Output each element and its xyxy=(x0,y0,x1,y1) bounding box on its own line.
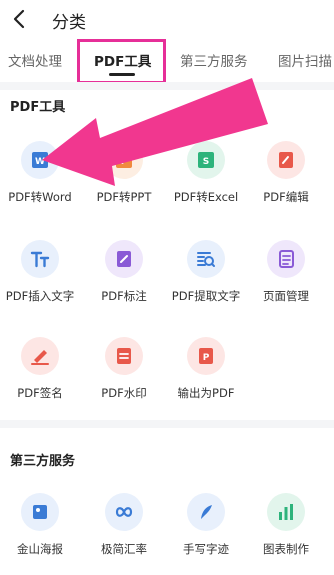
tool-label: PDF水印 xyxy=(101,386,147,400)
annotate-icon xyxy=(105,240,143,278)
back-arrow-icon[interactable] xyxy=(10,7,30,31)
tool-page-manage[interactable]: 页面管理 xyxy=(246,240,326,310)
pdf-to-word-icon: W xyxy=(21,141,59,179)
divider xyxy=(0,82,334,90)
svg-text:P: P xyxy=(203,353,210,363)
tool-label: 手写字迹 xyxy=(183,542,229,556)
tool-export-pdf[interactable]: P 输出为PDF xyxy=(166,337,246,407)
tab-third-party-services[interactable]: 第三方服务 xyxy=(180,50,248,70)
tool-pdf-annotate[interactable]: PDF标注 xyxy=(84,240,164,310)
service-handwriting[interactable]: 手写字迹 xyxy=(166,493,246,563)
svg-text:S: S xyxy=(203,157,209,167)
tool-label: PDF转PPT xyxy=(96,190,152,204)
tool-label: PDF编辑 xyxy=(263,190,309,204)
tool-label: PDF转Excel xyxy=(173,190,239,204)
tab-image-scan[interactable]: 图片扫描 xyxy=(278,50,332,70)
extract-text-icon xyxy=(187,240,225,278)
divider xyxy=(0,420,334,428)
signature-icon xyxy=(21,337,59,375)
tool-label: PDF插入文字 xyxy=(5,289,75,303)
poster-icon xyxy=(21,493,59,531)
insert-text-icon xyxy=(21,240,59,278)
category-tabs: 文档处理 PDF工具 第三方服务 图片扫描 xyxy=(0,42,334,78)
tool-pdf-insert-text[interactable]: PDF插入文字 xyxy=(0,240,80,310)
tool-label: 极简汇率 xyxy=(101,542,147,556)
tool-label: PDF提取文字 xyxy=(171,289,241,303)
tool-label: 输出为PDF xyxy=(177,386,235,400)
exchange-rate-icon xyxy=(105,493,143,531)
tool-label: PDF转Word xyxy=(8,190,72,204)
watermark-icon xyxy=(105,337,143,375)
tool-pdf-to-ppt[interactable]: P PDF转PPT xyxy=(84,141,164,211)
tool-pdf-extract-text[interactable]: PDF提取文字 xyxy=(166,240,246,310)
highlight-box xyxy=(77,39,166,84)
service-poster[interactable]: 金山海报 xyxy=(0,493,80,563)
handwriting-icon xyxy=(187,493,225,531)
tool-label: PDF签名 xyxy=(17,386,63,400)
tab-document-processing[interactable]: 文档处理 xyxy=(8,50,62,70)
pdf-to-ppt-icon: P xyxy=(105,141,143,179)
tool-pdf-signature[interactable]: PDF签名 xyxy=(0,337,80,407)
svg-text:W: W xyxy=(35,157,45,167)
tool-label: 图表制作 xyxy=(263,542,309,556)
service-chart-maker[interactable]: 图表制作 xyxy=(246,493,326,563)
section-title-third-party: 第三方服务 xyxy=(10,454,76,469)
pdf-to-excel-icon: S xyxy=(187,141,225,179)
page-manage-icon xyxy=(267,240,305,278)
tool-label: 金山海报 xyxy=(17,542,63,556)
tool-pdf-to-word[interactable]: W PDF转Word xyxy=(0,141,80,211)
svg-text:P: P xyxy=(121,157,128,167)
tool-label: 页面管理 xyxy=(263,289,309,303)
header: 分类 xyxy=(0,0,334,38)
page-title: 分类 xyxy=(52,13,86,33)
section-title-pdf-tools: PDF工具 xyxy=(10,100,66,115)
service-exchange-rate[interactable]: 极简汇率 xyxy=(84,493,164,563)
export-pdf-icon: P xyxy=(187,337,225,375)
tool-pdf-edit[interactable]: PDF编辑 xyxy=(246,141,326,211)
pdf-edit-icon xyxy=(267,141,305,179)
tool-pdf-watermark[interactable]: PDF水印 xyxy=(84,337,164,407)
tool-label: PDF标注 xyxy=(101,289,147,303)
chart-maker-icon xyxy=(267,493,305,531)
tool-pdf-to-excel[interactable]: S PDF转Excel xyxy=(166,141,246,211)
